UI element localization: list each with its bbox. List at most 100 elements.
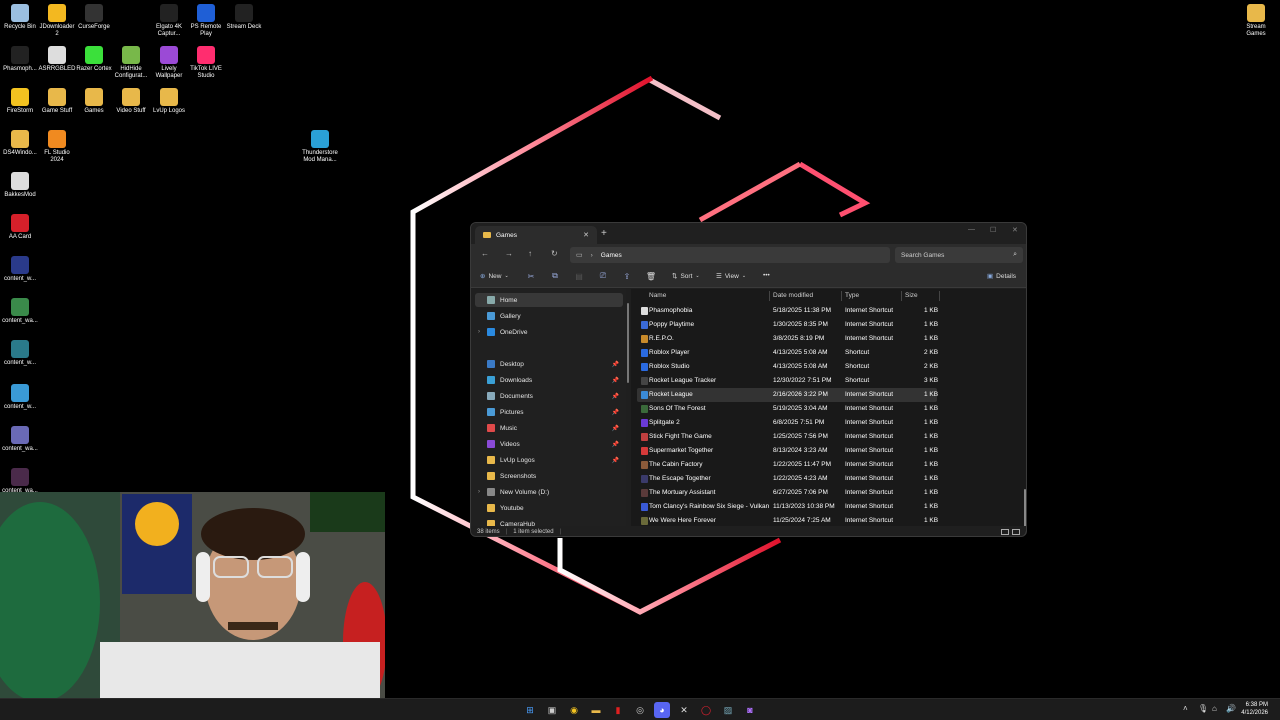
- file-row[interactable]: Rocket League 2/16/2026 3:22 PM Internet S…: [637, 388, 938, 402]
- sidebar-item[interactable]: Screenshots: [475, 469, 623, 483]
- desktop-icon[interactable]: CurseForge: [74, 4, 114, 31]
- sidebar-item[interactable]: Home: [475, 293, 623, 307]
- sidebar-item[interactable]: Videos 📌: [475, 437, 623, 451]
- capcut-icon[interactable]: ✕: [676, 702, 692, 718]
- desktop-icon[interactable]: Game Stuff: [37, 88, 77, 115]
- desktop-icon[interactable]: FL Studio 2024: [37, 130, 77, 164]
- tab-games[interactable]: Games ✕: [475, 226, 597, 244]
- sidebar-item[interactable]: › OneDrive: [475, 325, 623, 339]
- file-row[interactable]: R.E.P.O. 3/8/2025 8:19 PM Internet Shortcu…: [637, 332, 938, 346]
- address-field[interactable]: ▭ › Games: [570, 247, 890, 263]
- desktop-icon[interactable]: Phasmoph...: [0, 46, 40, 73]
- start-button-windows-icon[interactable]: ⊞: [522, 702, 538, 718]
- details-view-icon[interactable]: [1001, 529, 1009, 535]
- more-options-icon[interactable]: •••: [763, 272, 770, 279]
- sidebar-item[interactable]: › New Volume (D:): [475, 485, 623, 499]
- file-row[interactable]: Supermarket Together 8/13/2024 3:23 AM Int…: [637, 444, 938, 458]
- sidebar-item[interactable]: Youtube: [475, 501, 623, 515]
- desktop-icon[interactable]: content_wa...: [0, 298, 40, 325]
- desktop-icon[interactable]: content_w...: [0, 384, 40, 411]
- desktop-icon[interactable]: Stream Deck: [224, 4, 264, 31]
- desktop-icon[interactable]: LvUp Logos: [149, 88, 189, 115]
- share-icon[interactable]: ⇪: [622, 271, 632, 281]
- sort-button[interactable]: ⇅ Sort ⌄: [672, 272, 700, 281]
- column-name[interactable]: Name: [649, 292, 666, 299]
- sidebar-item[interactable]: Downloads 📌: [475, 373, 623, 387]
- file-row[interactable]: The Escape Together 1/22/2025 4:23 AM Inte…: [637, 472, 938, 486]
- desktop-icon[interactable]: Recycle Bin: [0, 4, 40, 31]
- new-button[interactable]: ⊕ New ⌄: [480, 272, 509, 281]
- sidebar-item[interactable]: Desktop 📌: [475, 357, 623, 371]
- sidebar-item[interactable]: LvUp Logos 📌: [475, 453, 623, 467]
- minimize-button[interactable]: —: [968, 226, 975, 233]
- new-tab-button[interactable]: +: [601, 228, 607, 239]
- opera-icon[interactable]: ◯: [698, 702, 714, 718]
- delete-icon[interactable]: 🗑: [646, 271, 656, 281]
- desktop-icon[interactable]: Stream Games: [1236, 4, 1276, 38]
- microphone-icon[interactable]: 🎙: [1198, 704, 1208, 713]
- app-red-icon[interactable]: ▮: [610, 702, 626, 718]
- maximize-button[interactable]: ☐: [990, 226, 996, 234]
- tray-chevron-up-icon[interactable]: ˄: [1183, 704, 1188, 713]
- desktop-icon[interactable]: ASRRGBLED: [37, 46, 77, 73]
- desktop-icon[interactable]: Elgato 4K Captur...: [149, 4, 189, 38]
- desktop-icon[interactable]: BakkesMod: [0, 172, 40, 199]
- file-row[interactable]: Rocket League Tracker 12/30/2022 7:51 PM S…: [637, 374, 938, 388]
- desktop-icon[interactable]: content_wa...: [0, 426, 40, 453]
- sidebar-item[interactable]: Documents 📌: [475, 389, 623, 403]
- desktop-icon[interactable]: Razer Cortex: [74, 46, 114, 73]
- expand-chevron-icon[interactable]: ›: [478, 329, 480, 335]
- search-input[interactable]: Search Games ⌕: [895, 247, 1023, 263]
- close-window-button[interactable]: ✕: [1012, 226, 1018, 234]
- desktop-icon[interactable]: content_w...: [0, 256, 40, 283]
- desktop-icon[interactable]: JDownloader 2: [37, 4, 77, 38]
- file-row[interactable]: The Mortuary Assistant 6/27/2025 7:06 PM I…: [637, 486, 938, 500]
- column-size[interactable]: Size: [905, 292, 918, 299]
- navigation-scrollbar[interactable]: [627, 293, 630, 523]
- volume-icon[interactable]: 🔊: [1226, 704, 1236, 713]
- sidebar-item[interactable]: Pictures 📌: [475, 405, 623, 419]
- file-row[interactable]: Stick Fight The Game 1/25/2025 7:56 PM Int…: [637, 430, 938, 444]
- desktop-icon[interactable]: Games: [74, 88, 114, 115]
- breadcrumb-games[interactable]: Games: [601, 252, 622, 259]
- cut-icon[interactable]: ✂: [526, 271, 536, 281]
- desktop-icon[interactable]: FireStorm: [0, 88, 40, 115]
- expand-chevron-icon[interactable]: ›: [478, 489, 480, 495]
- file-row[interactable]: Poppy Playtime 1/30/2025 8:35 PM Internet …: [637, 318, 938, 332]
- desktop-icon[interactable]: TikTok LIVE Studio: [186, 46, 226, 80]
- file-row[interactable]: Roblox Studio 4/13/2025 5:08 AM Shortcut 2 …: [637, 360, 938, 374]
- desktop-icon[interactable]: HidHide Configurat...: [111, 46, 151, 80]
- desktop-icon[interactable]: content_w...: [0, 340, 40, 367]
- file-explorer-icon[interactable]: ▬: [588, 702, 604, 718]
- file-row[interactable]: Phasmophobia 5/18/2025 11:38 PM Internet S…: [637, 304, 938, 318]
- clock[interactable]: 6:38 PM 4/12/2026: [1241, 701, 1268, 717]
- app-purple-icon[interactable]: ◙: [742, 702, 758, 718]
- tiles-view-icon[interactable]: [1012, 529, 1020, 535]
- desktop-icon[interactable]: Lively Wallpaper: [149, 46, 189, 80]
- file-row[interactable]: The Cabin Factory 1/22/2025 11:47 PM Inter…: [637, 458, 938, 472]
- view-button[interactable]: ☰ View ⌄: [716, 272, 746, 281]
- network-icon[interactable]: ⌂: [1212, 704, 1217, 713]
- up-arrow-icon[interactable]: ↑: [528, 249, 532, 258]
- column-date-modified[interactable]: Date modified: [773, 292, 813, 299]
- desktop-icon[interactable]: content_wa...: [0, 468, 40, 495]
- rename-icon[interactable]: ⎚: [598, 271, 608, 281]
- column-type[interactable]: Type: [845, 292, 859, 299]
- discord-icon[interactable]: ◕: [654, 702, 670, 718]
- back-arrow-icon[interactable]: ←: [481, 249, 489, 258]
- close-tab-icon[interactable]: ✕: [583, 231, 589, 239]
- desktop-icon[interactable]: Thunderstore Mod Mana...: [300, 130, 340, 164]
- details-button[interactable]: ▣ Details: [987, 272, 1016, 281]
- paste-icon[interactable]: ▤: [574, 271, 584, 281]
- file-row[interactable]: Sons Of The Forest 5/19/2025 3:04 AM Inter…: [637, 402, 938, 416]
- obs-icon[interactable]: ◎: [632, 702, 648, 718]
- desktop-icon[interactable]: AA Card: [0, 214, 40, 241]
- photos-icon[interactable]: ▨: [720, 702, 736, 718]
- task-view-icon[interactable]: ▣: [544, 702, 560, 718]
- sidebar-item[interactable]: Music 📌: [475, 421, 623, 435]
- sidebar-item[interactable]: Gallery: [475, 309, 623, 323]
- refresh-icon[interactable]: ↻: [551, 249, 558, 258]
- file-row[interactable]: Tom Clancy's Rainbow Six Siege - Vulkan 1…: [637, 500, 938, 514]
- desktop-icon[interactable]: Video Stuff: [111, 88, 151, 115]
- desktop-icon[interactable]: PS Remote Play: [186, 4, 226, 38]
